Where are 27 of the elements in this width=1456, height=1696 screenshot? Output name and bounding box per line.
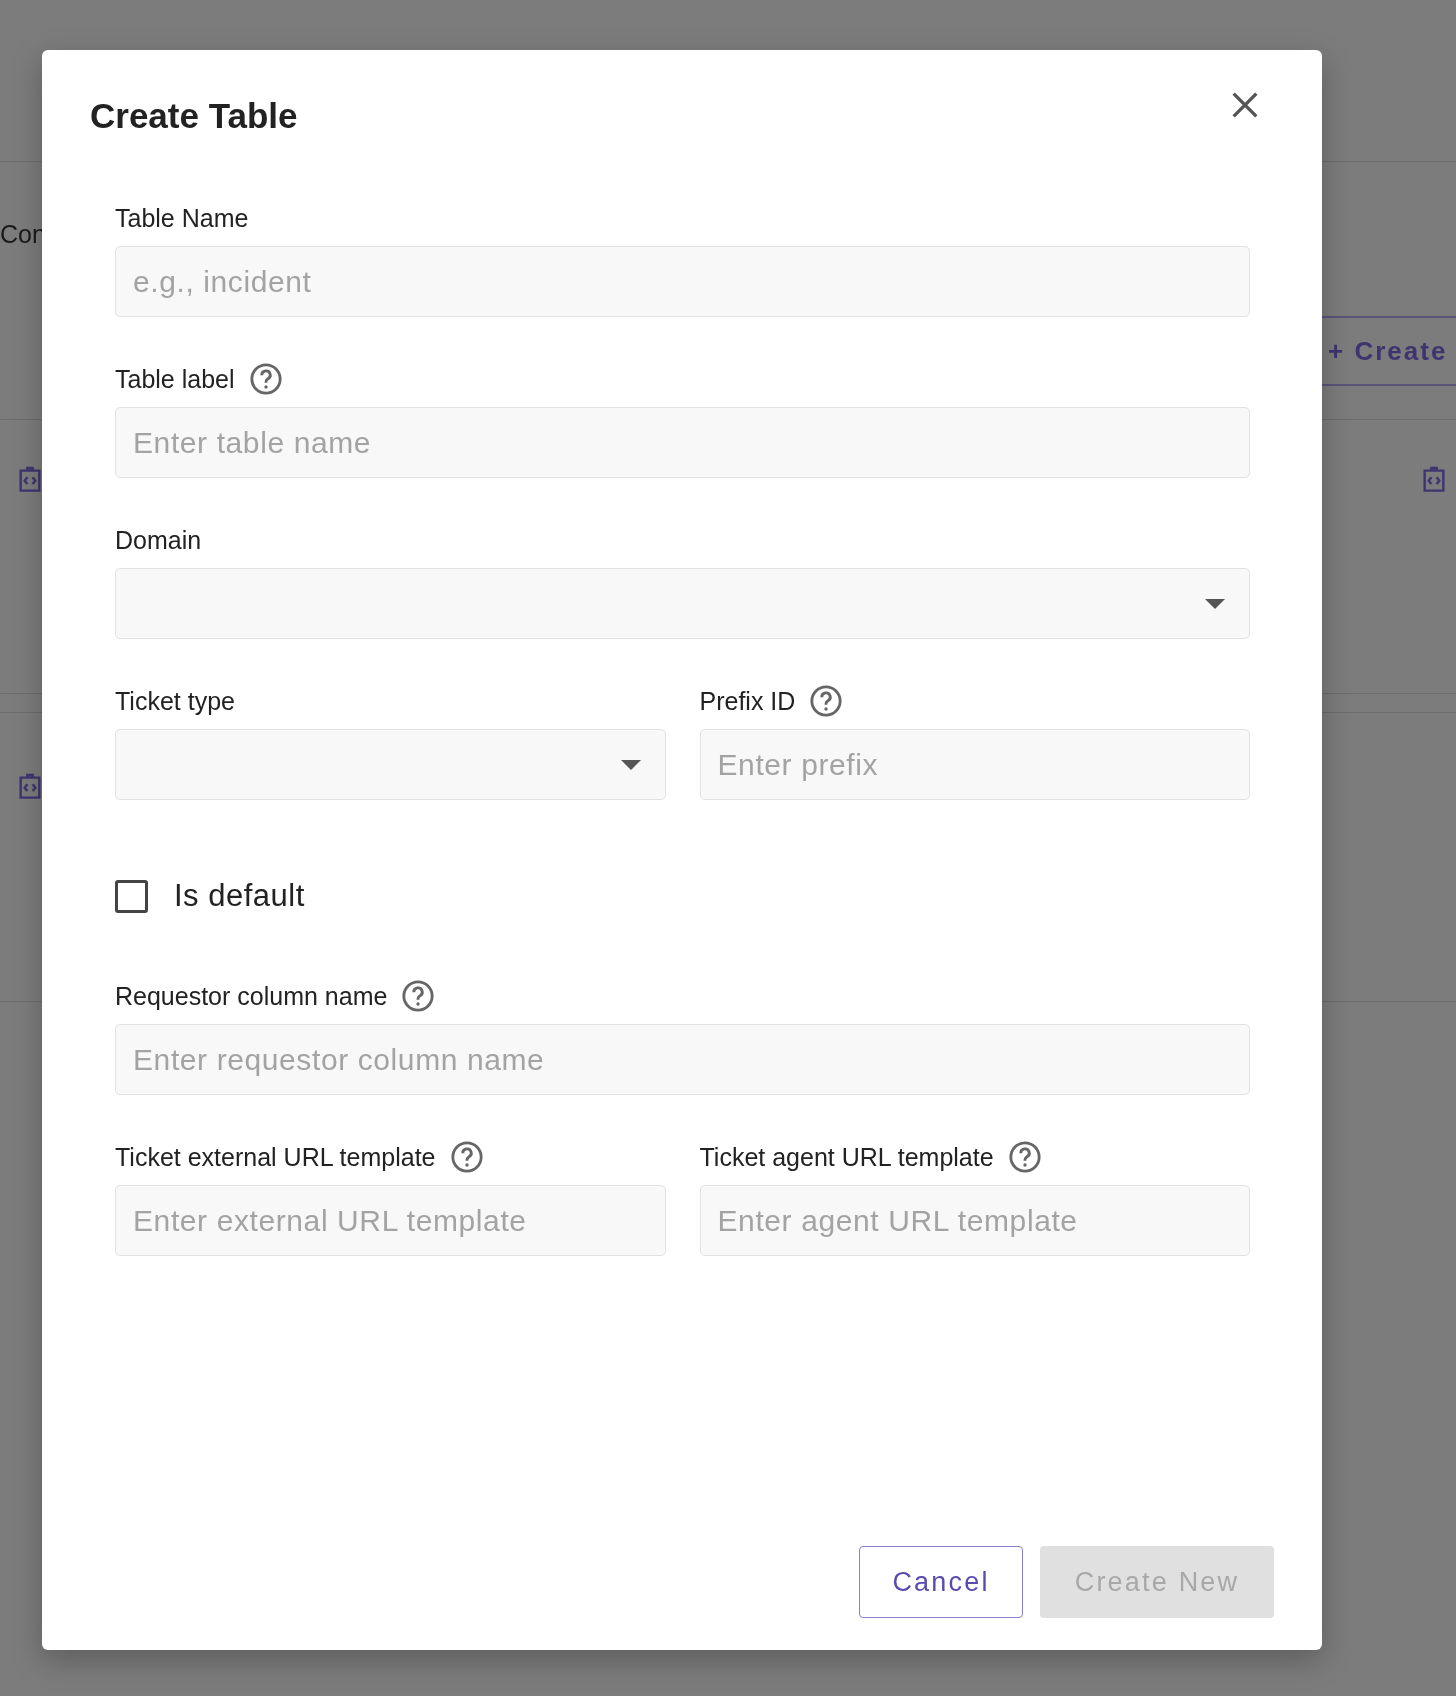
cancel-button[interactable]: Cancel	[859, 1546, 1023, 1618]
caret-icon	[1205, 598, 1225, 609]
field-label: Table Name	[115, 203, 249, 233]
text-field[interactable]: Enter external URL template	[115, 1185, 666, 1256]
field-label: Prefix ID	[699, 686, 796, 716]
dialog-title: Create Table	[90, 96, 298, 136]
field-label: Ticket agent URL template	[699, 1142, 994, 1172]
help-icon[interactable]	[401, 979, 436, 1013]
field-label: Table label	[115, 364, 235, 394]
help-icon[interactable]	[809, 684, 844, 718]
text-field[interactable]: Enter agent URL template	[699, 1185, 1250, 1256]
field-label: Domain	[115, 525, 202, 555]
text-field[interactable]: e.g., incident	[115, 246, 1250, 317]
help-icon[interactable]	[248, 362, 283, 396]
help-icon[interactable]	[449, 1140, 484, 1174]
help-icon[interactable]	[1007, 1140, 1042, 1174]
dropdown-field[interactable]	[115, 568, 1250, 639]
field-label: Ticket external URL template	[115, 1142, 436, 1172]
field-label: Ticket type	[115, 686, 235, 716]
checkbox[interactable]	[115, 879, 148, 913]
caret-icon	[620, 759, 641, 770]
text-field[interactable]: Enter requestor column name	[115, 1024, 1250, 1095]
checkbox-label: Is default	[174, 878, 305, 914]
field-label: Requestor column name	[115, 981, 388, 1011]
text-field[interactable]: Enter table name	[115, 407, 1250, 478]
dropdown-field[interactable]	[115, 729, 666, 800]
text-field[interactable]: Enter prefix	[699, 729, 1250, 800]
